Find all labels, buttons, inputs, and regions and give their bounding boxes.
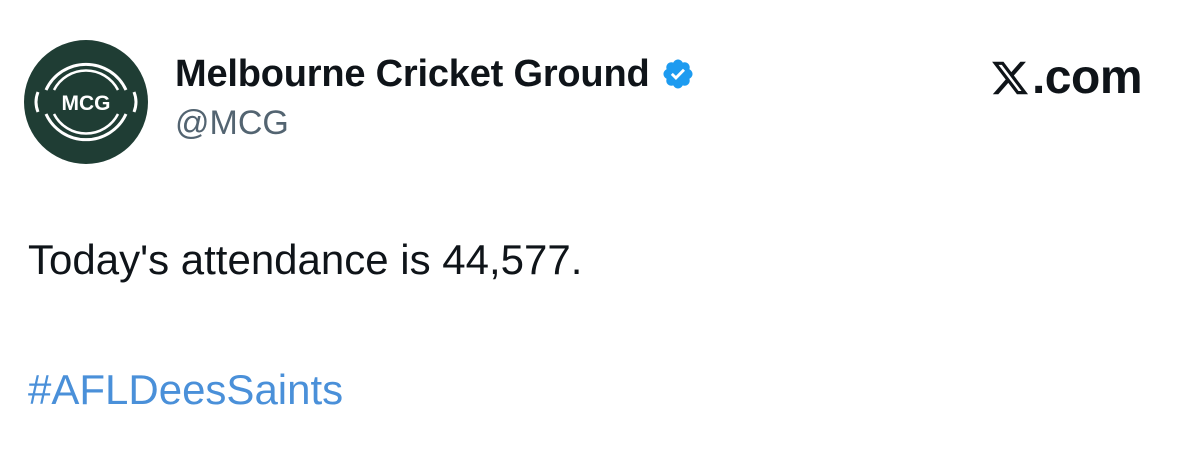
account-identity: Melbourne Cricket Ground @MCG	[175, 50, 695, 143]
display-name[interactable]: Melbourne Cricket Ground	[175, 53, 650, 96]
hashtag-link[interactable]: #AFLDeesSaints	[28, 366, 343, 414]
mcg-logo-icon: MCG	[34, 62, 138, 142]
tweet-text: Today's attendance is 44,577.	[28, 236, 583, 283]
tweet-card: MCG Melbourne Cricket Ground @MCG .com T…	[0, 0, 1200, 472]
avatar[interactable]: MCG	[24, 40, 148, 164]
name-row: Melbourne Cricket Ground	[175, 50, 695, 98]
x-logo-icon	[992, 61, 1029, 95]
avatar-text: MCG	[62, 92, 111, 115]
brand-logo: .com	[990, 51, 1143, 104]
verified-badge-icon	[663, 59, 693, 89]
account-handle[interactable]: @MCG	[175, 104, 695, 143]
brand-text: .com	[1031, 51, 1143, 104]
